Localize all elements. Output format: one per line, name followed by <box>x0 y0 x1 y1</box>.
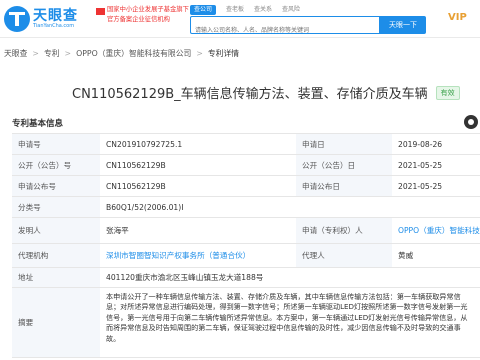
title-row: CN110562129B_车辆信息传输方法、装置、存储介质及车辆 有效 <box>72 82 460 102</box>
agency-link[interactable]: 深圳市智圈智知识产权事务所（普通合伙） <box>100 244 296 267</box>
promo-line-1: 国家中小企业发展子基金旗下 <box>107 6 189 13</box>
breadcrumb-separator: > <box>32 49 39 58</box>
value-inventor: 张海平 <box>100 218 296 243</box>
search-box <box>190 16 380 39</box>
breadcrumb-patent[interactable]: 专利 <box>44 49 60 58</box>
table-row: 摘要 本申请公开了一种车辆信息传输方法、装置、存储介质及车辆，其中车辆信息传输方… <box>12 288 480 358</box>
logo-text: 天眼查 <box>33 8 78 24</box>
breadcrumb: 天眼查 > 专利 > OPPO（重庆）智能科技有限公司 > 专利详情 <box>4 48 239 62</box>
tab-company[interactable]: 查公司 <box>190 5 217 15</box>
label-application-date: 申请日 <box>296 134 392 154</box>
vip-link[interactable]: VIP <box>448 12 467 23</box>
label-agency: 代理机构 <box>12 244 100 267</box>
search-button[interactable]: 天眼一下 <box>380 16 426 34</box>
table-row: 申请公布号 CN110562129B 申请公布日 2021-05-25 <box>12 176 480 197</box>
table-row: 发明人 张海平 申请（专利权）人 OPPO（重庆）智能科技有限公司 <box>12 218 480 244</box>
value-abstract: 本申请公开了一种车辆信息传输方法、装置、存储介质及车辆，其中车辆信息传输方法包括… <box>100 288 480 357</box>
label-inventor: 发明人 <box>12 218 100 243</box>
label-grant-date: 申请公布日 <box>296 176 392 196</box>
table-row: 公开（公告）号 CN110562129B 公开（公告）日 2021-05-25 <box>12 155 480 176</box>
help-icon[interactable] <box>464 115 478 129</box>
value-agent: 黄威 <box>392 244 480 267</box>
table-row: 申请号 CN201910792725.1 申请日 2019-08-26 <box>12 134 480 155</box>
tab-boss[interactable]: 查老板 <box>222 5 248 15</box>
label-classification: 分类号 <box>12 197 100 217</box>
label-publication-number: 公开（公告）号 <box>12 155 100 175</box>
applicant-link[interactable]: OPPO（重庆）智能科技有限公司 <box>392 218 480 243</box>
promo-banner: 国家中小企业发展子基金旗下 官方备案企业征信机构 <box>96 6 189 32</box>
value-address: 401120重庆市渝北区玉峰山镇玉龙大道188号 <box>100 268 480 287</box>
label-publication-date: 公开（公告）日 <box>296 155 392 175</box>
logo-subtext: TianYanCha.com <box>33 23 75 29</box>
promo-line-2: 官方备案企业征信机构 <box>107 16 170 23</box>
breadcrumb-separator: > <box>196 49 203 58</box>
site-logo[interactable]: 天眼查 TianYanCha.com <box>4 5 90 33</box>
breadcrumb-company[interactable]: OPPO（重庆）智能科技有限公司 <box>76 49 191 58</box>
breadcrumb-separator: > <box>64 49 72 58</box>
page-title: CN110562129B_车辆信息传输方法、装置、存储介质及车辆 <box>72 87 428 102</box>
eye-logo-icon <box>4 6 30 32</box>
top-header: 天眼查 TianYanCha.com 国家中小企业发展子基金旗下 官方备案企业征… <box>0 0 480 39</box>
breadcrumb-home[interactable]: 天眼查 <box>4 49 27 58</box>
section-title: 专利基本信息 <box>12 119 64 129</box>
search-input[interactable] <box>191 22 379 39</box>
tab-relation[interactable]: 查关系 <box>250 5 276 15</box>
table-row: 地址 401120重庆市渝北区玉峰山镇玉龙大道188号 <box>12 268 480 288</box>
status-badge: 有效 <box>435 85 460 100</box>
label-applicant: 申请（专利权）人 <box>296 218 392 243</box>
label-abstract: 摘要 <box>12 288 100 357</box>
patent-info-table: 申请号 CN201910792725.1 申请日 2019-08-26 公开（公… <box>12 133 480 358</box>
tab-risk[interactable]: 查风险 <box>278 5 304 15</box>
value-application-date: 2019-08-26 <box>392 134 480 154</box>
value-grant-number: CN110562129B <box>100 176 296 196</box>
breadcrumb-current: 专利详情 <box>207 49 240 58</box>
label-address: 地址 <box>12 268 100 287</box>
label-agent: 代理人 <box>296 244 392 267</box>
label-application-number: 申请号 <box>12 134 100 154</box>
table-row: 分类号 B60Q1/52(2006.01)I <box>12 197 480 218</box>
value-publication-date: 2021-05-25 <box>392 155 480 175</box>
value-grant-date: 2021-05-25 <box>392 176 480 196</box>
table-row: 代理机构 深圳市智圈智知识产权事务所（普通合伙） 代理人 黄威 <box>12 244 480 268</box>
flag-icon <box>96 8 105 15</box>
value-application-number: CN201910792725.1 <box>100 134 296 154</box>
label-grant-number: 申请公布号 <box>12 176 100 196</box>
value-classification: B60Q1/52(2006.01)I <box>100 197 480 217</box>
value-publication-number: CN110562129B <box>100 155 296 175</box>
